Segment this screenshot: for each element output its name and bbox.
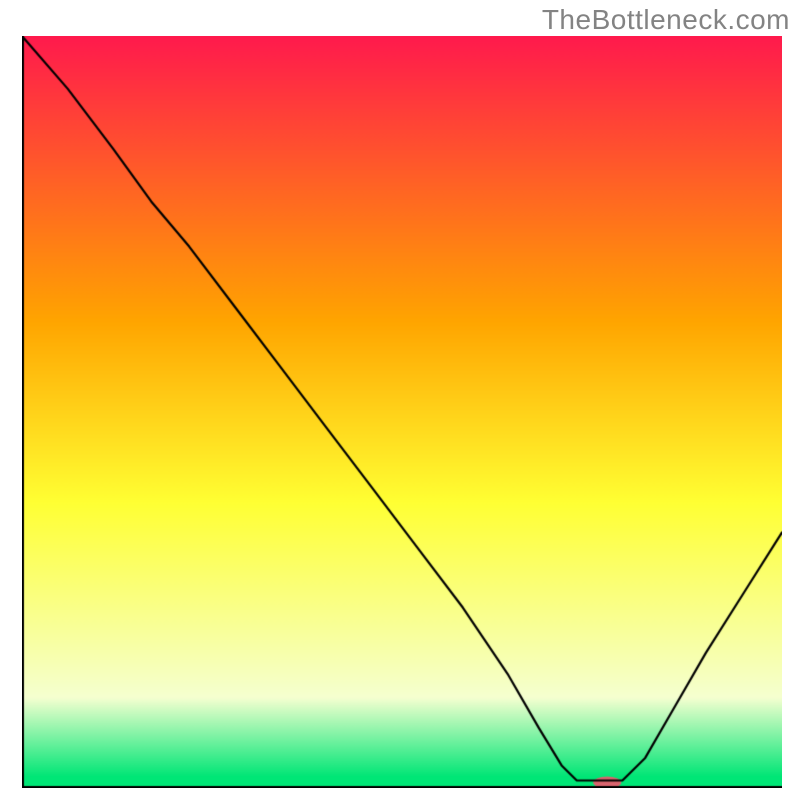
chart-container: TheBottleneck.com bbox=[0, 0, 800, 800]
plot-area bbox=[22, 36, 782, 788]
watermark-text: TheBottleneck.com bbox=[542, 4, 790, 36]
bottleneck-chart-canvas bbox=[22, 36, 782, 788]
